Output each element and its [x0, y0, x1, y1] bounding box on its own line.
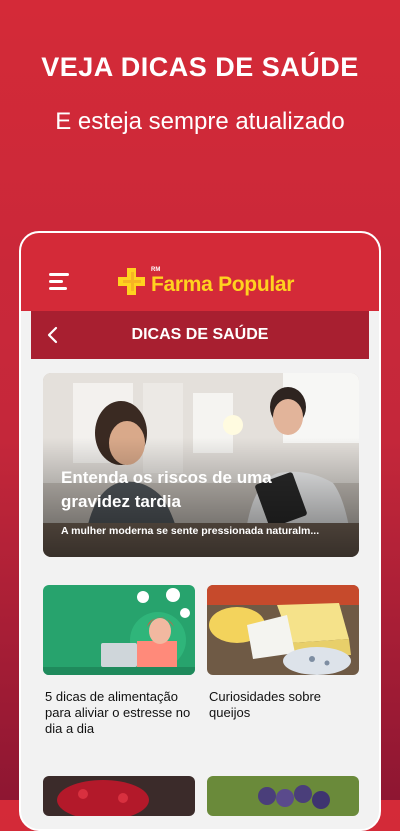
section-title: DICAS DE SAÚDE: [131, 326, 269, 343]
app-bar: RM Farma Popular: [21, 233, 379, 311]
article-card[interactable]: Curiosidades sobre queijos: [207, 585, 359, 721]
promo-title: VEJA DICAS DE SAÚDE: [41, 52, 359, 82]
logo: RM Farma Popular: [117, 267, 294, 297]
article-title: Curiosidades sobre queijos: [209, 689, 322, 720]
article-card-partial[interactable]: [43, 776, 195, 816]
feature-article-card[interactable]: Entenda os riscos de uma gravidez tardia…: [43, 373, 359, 557]
content-list: Entenda os riscos de uma gravidez tardia…: [31, 359, 369, 829]
logo-text: Farma Popular: [151, 273, 295, 296]
logo-cross-icon: [117, 267, 147, 297]
article-image: [207, 776, 359, 816]
article-title: 5 dicas de alimentação para aliviar o es…: [45, 689, 191, 736]
article-card[interactable]: 5 dicas de alimentação para aliviar o es…: [43, 585, 195, 737]
article-image: [207, 585, 359, 675]
article-card-partial[interactable]: [207, 776, 359, 816]
article-image: [43, 776, 195, 816]
section-bar: DICAS DE SAÚDE: [31, 311, 369, 359]
phone-frame: RM Farma Popular DICAS DE SAÚDE Entenda …: [19, 231, 381, 831]
menu-icon[interactable]: [49, 273, 71, 291]
article-image: [43, 585, 195, 675]
feature-subtitle: A mulher moderna se sente pressionada na…: [61, 525, 320, 537]
feature-title: Entenda os riscos de uma gravidez tardia: [61, 468, 272, 511]
promo-subtitle: E esteja sempre atualizado: [55, 108, 345, 135]
logo-prefix: RM: [151, 267, 161, 273]
